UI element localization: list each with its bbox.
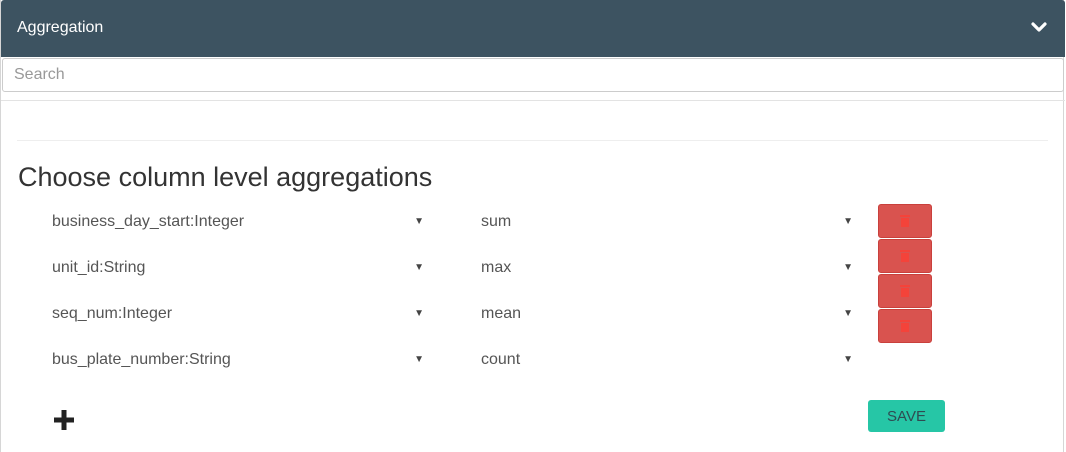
dropdown-arrow-icon: ▼ [414, 262, 424, 273]
column-select[interactable]: unit_id:String ▼ [52, 253, 424, 283]
aggregation-panel: Aggregation Choose column level aggregat… [0, 0, 1065, 452]
column-select[interactable]: bus_plate_number:String ▼ [52, 345, 424, 375]
aggregation-select-value: mean [481, 305, 522, 322]
search-input[interactable] [2, 58, 1064, 92]
aggregation-select-value: sum [481, 213, 512, 230]
aggregation-select[interactable]: sum ▼ [481, 207, 853, 237]
delete-row-button[interactable] [878, 239, 932, 273]
aggregation-select[interactable]: mean ▼ [481, 299, 853, 329]
dropdown-arrow-icon: ▼ [843, 262, 853, 273]
aggregation-select[interactable]: count ▼ [481, 345, 853, 375]
section-title: Choose column level aggregations [18, 162, 433, 192]
panel-header[interactable]: Aggregation [1, 0, 1065, 57]
divider [1, 100, 1065, 101]
column-select-value: bus_plate_number:String [52, 351, 231, 368]
panel-title: Aggregation [17, 19, 104, 36]
trash-icon [900, 250, 910, 262]
trash-icon [900, 320, 910, 332]
aggregation-select[interactable]: max ▼ [481, 253, 853, 283]
save-button[interactable]: SAVE [868, 400, 945, 432]
delete-row-button[interactable] [878, 274, 932, 308]
trash-icon [900, 285, 910, 297]
trash-icon [900, 215, 910, 227]
column-select-value: seq_num:Integer [52, 305, 173, 322]
dropdown-arrow-icon: ▼ [414, 216, 424, 227]
column-select-value: unit_id:String [52, 259, 146, 276]
dropdown-arrow-icon: ▼ [414, 354, 424, 365]
dropdown-arrow-icon: ▼ [843, 354, 853, 365]
delete-row-button[interactable] [878, 204, 932, 238]
dropdown-arrow-icon: ▼ [843, 216, 853, 227]
divider [17, 140, 1048, 141]
delete-row-button[interactable] [878, 309, 932, 343]
aggregation-select-value: max [481, 259, 512, 276]
column-select-value: business_day_start:Integer [52, 213, 245, 230]
aggregation-select-value: count [481, 351, 521, 368]
column-select[interactable]: seq_num:Integer ▼ [52, 299, 424, 329]
plus-icon[interactable] [54, 410, 74, 430]
dropdown-arrow-icon: ▼ [414, 308, 424, 319]
dropdown-arrow-icon: ▼ [843, 308, 853, 319]
chevron-down-icon[interactable] [1031, 20, 1047, 34]
column-select[interactable]: business_day_start:Integer ▼ [52, 207, 424, 237]
